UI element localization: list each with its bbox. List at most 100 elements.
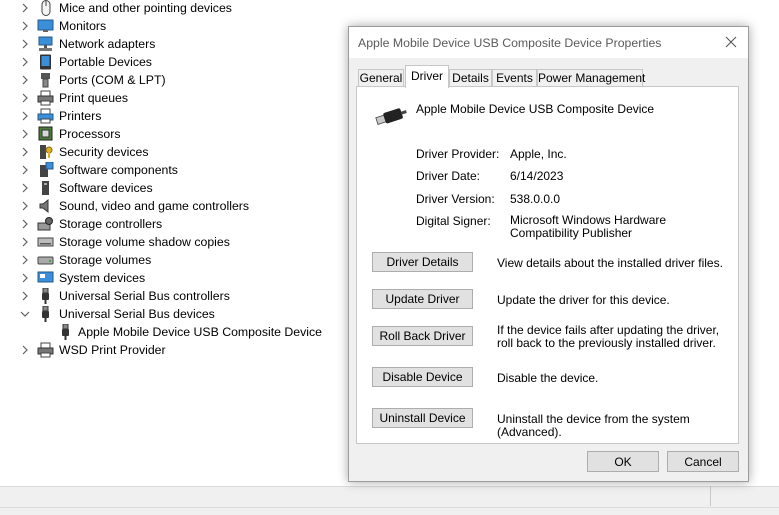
tree-item-label: WSD Print Provider <box>59 343 166 357</box>
tree-item-portable-devices[interactable]: Portable Devices <box>0 53 340 71</box>
driver-tab-panel: Apple Mobile Device USB Composite Device… <box>356 86 739 444</box>
usb-plug-icon <box>375 108 407 125</box>
tree-item-mice[interactable]: Mice and other pointing devices <box>0 0 340 17</box>
tree-item-label: System devices <box>59 271 146 285</box>
chevron-right-icon[interactable] <box>20 3 30 13</box>
driver-date-label: Driver Date: <box>416 169 481 183</box>
chevron-right-icon[interactable] <box>20 201 30 211</box>
close-button[interactable] <box>715 29 747 55</box>
chevron-right-icon[interactable] <box>20 57 30 67</box>
tree-item-label: Software devices <box>59 181 153 195</box>
cancel-button[interactable]: Cancel <box>667 451 739 472</box>
chevron-right-icon[interactable] <box>20 273 30 283</box>
tree-item-processors[interactable]: Processors <box>0 125 340 143</box>
tree-item-label: Universal Serial Bus devices <box>59 307 215 321</box>
tree-item-label: Software components <box>59 163 178 177</box>
update-driver-description: Update the driver for this device. <box>497 293 670 307</box>
driver-date-value: 6/14/2023 <box>510 169 564 183</box>
status-bar-divider <box>710 486 711 506</box>
tree-item-apple-usb-composite[interactable]: Apple Mobile Device USB Composite Device <box>0 323 340 341</box>
device-name: Apple Mobile Device USB Composite Device <box>416 102 655 116</box>
printer-icon <box>37 342 54 358</box>
digital-signer-value: Microsoft Windows Hardware Compatibility… <box>510 213 667 240</box>
disable-device-description: Disable the device. <box>497 371 599 385</box>
uninstall-device-description: Uninstall the device from the system (Ad… <box>497 412 690 439</box>
chevron-right-icon[interactable] <box>20 291 30 301</box>
uninstall-device-button[interactable]: Uninstall Device <box>372 408 473 428</box>
driver-details-button[interactable]: Driver Details <box>372 252 473 272</box>
tree-item-label: Portable Devices <box>59 55 152 69</box>
monitor-icon <box>37 19 54 32</box>
close-icon <box>725 36 737 48</box>
roll-back-driver-button[interactable]: Roll Back Driver <box>372 326 473 346</box>
tree-item-label: Storage controllers <box>59 217 163 231</box>
tree-item-label: Storage volume shadow copies <box>59 235 230 249</box>
chevron-right-icon[interactable] <box>20 39 30 49</box>
tab-details[interactable]: Details <box>449 69 492 87</box>
tab-driver[interactable]: Driver <box>405 65 449 88</box>
tree-item-security-devices[interactable]: Security devices <box>0 143 340 161</box>
tree-item-label: Universal Serial Bus controllers <box>59 289 230 303</box>
tree-item-ports[interactable]: Ports (COM & LPT) <box>0 71 340 89</box>
software-device-icon <box>42 181 49 195</box>
chevron-down-icon[interactable] <box>20 309 30 319</box>
security-device-icon <box>40 145 53 159</box>
software-component-icon <box>40 162 54 177</box>
tree-item-printers[interactable]: Printers <box>0 107 340 125</box>
tree-item-network-adapters[interactable]: Network adapters <box>0 35 340 53</box>
tree-item-label: Print queues <box>59 91 129 105</box>
tab-events[interactable]: Events <box>492 69 537 87</box>
tree-item-storage-volumes[interactable]: Storage volumes <box>0 251 340 269</box>
tree-item-print-queues[interactable]: Print queues <box>0 89 340 107</box>
tree-item-wsd-print-provider[interactable]: WSD Print Provider <box>0 341 340 359</box>
portable-device-icon <box>40 54 51 70</box>
tab-general[interactable]: General <box>358 69 404 87</box>
tree-item-software-devices[interactable]: Software devices <box>0 179 340 197</box>
status-bar-line <box>0 507 779 508</box>
chevron-right-icon[interactable] <box>20 237 30 247</box>
tree-item-system-devices[interactable]: System devices <box>0 269 340 287</box>
chevron-right-icon[interactable] <box>20 129 30 139</box>
driver-provider-label: Driver Provider: <box>416 147 500 161</box>
tree-item-label: Sound, video and game controllers <box>59 199 250 213</box>
tree-item-usb-devices[interactable]: Universal Serial Bus devices <box>0 305 340 323</box>
chevron-right-icon[interactable] <box>20 75 30 85</box>
dialog-title-bar[interactable]: Apple Mobile Device USB Composite Device… <box>349 27 748 58</box>
drive-icon <box>37 237 54 247</box>
tree-item-storage-controllers[interactable]: Storage controllers <box>0 215 340 233</box>
chevron-right-icon[interactable] <box>20 183 30 193</box>
digital-signer-label: Digital Signer: <box>416 214 491 228</box>
disable-device-button[interactable]: Disable Device <box>372 367 473 387</box>
usb-icon <box>42 306 49 322</box>
tree-item-usb-controllers[interactable]: Universal Serial Bus controllers <box>0 287 340 305</box>
tree-item-shadow-copies[interactable]: Storage volume shadow copies <box>0 233 340 251</box>
tree-item-label: Ports (COM & LPT) <box>59 73 166 87</box>
chevron-right-icon[interactable] <box>20 345 30 355</box>
dialog-title: Apple Mobile Device USB Composite Device… <box>358 36 662 50</box>
driver-provider-value: Apple, Inc. <box>510 147 567 161</box>
processor-icon <box>38 126 53 141</box>
driver-details-description: View details about the installed driver … <box>497 256 723 270</box>
ok-button[interactable]: OK <box>587 451 659 472</box>
tree-item-sound[interactable]: Sound, video and game controllers <box>0 197 340 215</box>
chevron-right-icon[interactable] <box>20 21 30 31</box>
chevron-right-icon[interactable] <box>20 219 30 229</box>
system-device-icon <box>37 271 54 283</box>
print-queue-icon <box>37 90 54 106</box>
drive-icon <box>37 256 54 265</box>
storage-controller-icon <box>37 217 53 231</box>
tree-item-label: Network adapters <box>59 37 156 51</box>
chevron-right-icon[interactable] <box>20 147 30 157</box>
driver-version-label: Driver Version: <box>416 192 495 206</box>
update-driver-button[interactable]: Update Driver <box>372 289 473 309</box>
chevron-right-icon[interactable] <box>20 165 30 175</box>
chevron-right-icon[interactable] <box>20 93 30 103</box>
tree-item-software-components[interactable]: Software components <box>0 161 340 179</box>
chevron-right-icon[interactable] <box>20 255 30 265</box>
usb-icon <box>42 288 49 304</box>
tab-power-management[interactable]: Power Management <box>537 69 645 87</box>
properties-dialog: Apple Mobile Device USB Composite Device… <box>348 26 749 482</box>
port-icon <box>41 73 50 88</box>
chevron-right-icon[interactable] <box>20 111 30 121</box>
tree-item-monitors[interactable]: Monitors <box>0 17 340 35</box>
